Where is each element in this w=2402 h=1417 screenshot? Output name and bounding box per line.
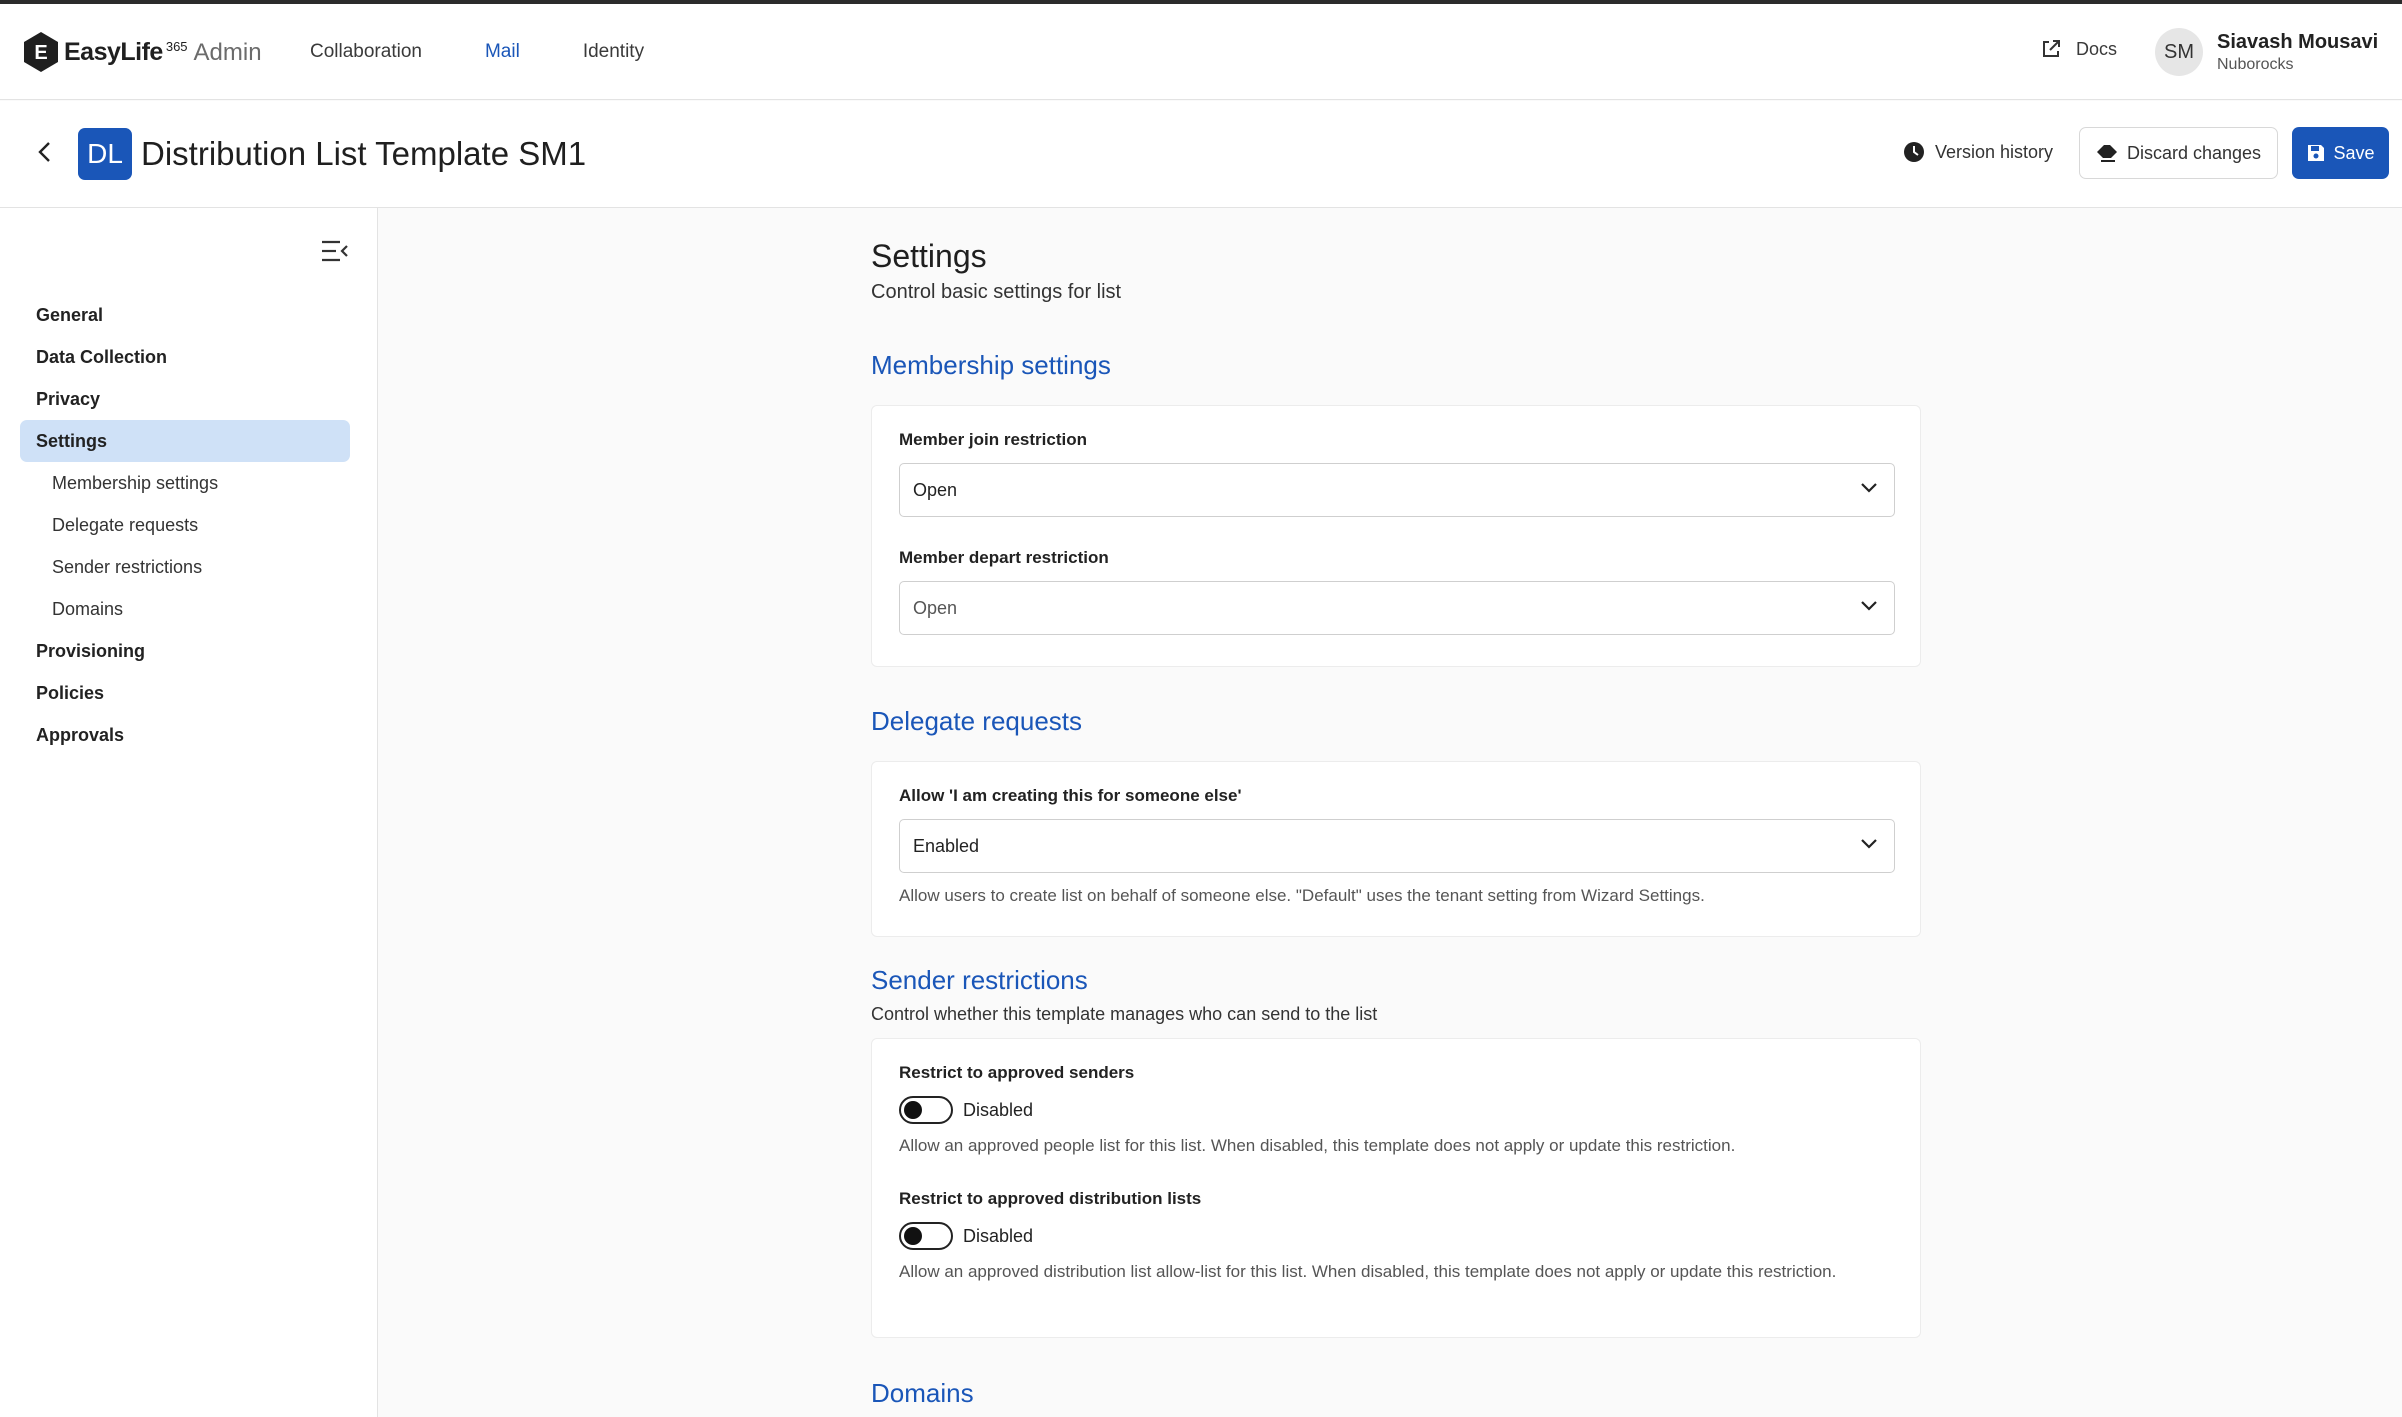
approved-lists-toggle[interactable] [899,1222,953,1250]
user-menu[interactable]: SM Siavash Mousavi Nuborocks [2155,28,2378,76]
list-type-badge: DL [78,128,132,180]
membership-settings-title: Membership settings [871,350,1111,380]
sidebar-item-settings[interactable]: Settings [20,420,350,462]
delegate-requests-card: Allow 'I am creating this for someone el… [871,761,1921,937]
delegate-requests-title: Delegate requests [871,706,1083,736]
section-subheading: Control basic settings for list [871,281,1122,303]
chevron-down-icon [1861,601,1877,611]
domains-title: Domains [871,1378,974,1408]
delegate-help-text: Allow users to create list on behalf of … [899,886,1705,905]
sidebar-item-policies[interactable]: Policies [20,672,350,714]
sidebar-item-approvals[interactable]: Approvals [20,714,350,756]
member-join-label: Member join restriction [899,430,1087,449]
floppy-disk-icon [2308,145,2325,161]
brand-name: EasyLife [64,37,163,66]
clock-icon [1904,142,1924,162]
save-label: Save [2333,142,2375,163]
svg-text:E: E [34,42,47,64]
member-join-select[interactable]: Open [899,463,1895,517]
sender-restrictions-title: Sender restrictions [871,965,1088,995]
page-title: Distribution List Template SM1 [141,135,587,172]
nav-link-collaboration[interactable]: Collaboration [310,41,422,63]
collapse-menu-icon [322,240,348,262]
version-history-button[interactable]: Version history [1903,141,2053,163]
approved-senders-label: Restrict to approved senders [899,1063,1135,1082]
chevron-down-icon [1861,839,1877,849]
chevron-down-icon [1861,483,1877,493]
delegate-allow-value: Enabled [913,835,980,856]
user-name: Siavash Mousavi [2217,30,2379,53]
delegate-allow-select[interactable]: Enabled [899,819,1895,873]
sidebar-item-provisioning[interactable]: Provisioning [20,630,350,672]
member-depart-value: Open [913,597,958,618]
chevron-left-icon [38,142,50,162]
discard-changes-button[interactable]: Discard changes [2079,127,2278,179]
docs-label: Docs [2076,38,2118,59]
sidebar-item-general[interactable]: General [20,294,350,336]
avatar: SM [2155,28,2203,76]
page-header: DL Distribution List Template SM1 Versio… [0,101,2402,208]
member-depart-select[interactable]: Open [899,581,1895,635]
docs-link[interactable]: Docs [2040,38,2117,60]
sender-restrictions-card: Restrict to approved senders Disabled Al… [871,1038,1921,1338]
approved-lists-toggle-row: Disabled [899,1222,1033,1250]
save-button[interactable]: Save [2292,127,2389,179]
external-link-icon [2043,40,2060,57]
nav-link-mail[interactable]: Mail [485,41,520,63]
approved-senders-toggle-row: Disabled [899,1096,1033,1124]
approved-senders-help: Allow an approved people list for this l… [899,1136,1736,1155]
discard-changes-label: Discard changes [2126,142,2262,163]
membership-settings-card: Member join restriction Open Member depa… [871,405,1921,667]
approved-lists-label: Restrict to approved distribution lists [899,1189,1202,1208]
approved-senders-state: Disabled [963,1099,1034,1120]
member-depart-label: Member depart restriction [899,548,1109,567]
eraser-icon [2096,145,2117,162]
sidebar: General Data Collection Privacy Settings… [0,208,378,1417]
top-navigation: E EasyLife 365 Admin Collaboration Mail … [0,4,2402,100]
toggle-knob [904,1101,922,1119]
sidebar-nav: General Data Collection Privacy Settings… [20,294,350,756]
delegate-allow-label: Allow 'I am creating this for someone el… [899,786,1242,805]
brand-superscript: 365 [165,38,188,54]
toggle-knob [904,1227,922,1245]
sidebar-item-data-collection[interactable]: Data Collection [20,336,350,378]
approved-lists-help: Allow an approved distribution list allo… [899,1262,1837,1281]
approved-senders-toggle[interactable] [899,1096,953,1124]
sidebar-subitem-delegate-requests[interactable]: Delegate requests [20,504,350,546]
app-logo[interactable]: E EasyLife 365 Admin [22,30,262,74]
sidebar-item-privacy[interactable]: Privacy [20,378,350,420]
brand-suffix: Admin [193,38,262,66]
version-history-label: Version history [1935,141,2054,162]
section-heading: Settings [871,238,987,274]
approved-lists-state: Disabled [963,1225,1034,1246]
sidebar-subitem-domains[interactable]: Domains [20,588,350,630]
back-button[interactable] [30,137,60,167]
sender-restrictions-description: Control whether this template manages wh… [871,1004,1378,1024]
collapse-sidebar-button[interactable] [320,238,350,264]
nav-link-identity[interactable]: Identity [583,41,644,63]
user-org: Nuborocks [2217,55,2294,73]
logo-hexagon-icon: E [24,32,58,72]
sidebar-subitem-membership-settings[interactable]: Membership settings [20,462,350,504]
top-nav-links: Collaboration Mail Identity [310,4,707,100]
sidebar-subitem-sender-restrictions[interactable]: Sender restrictions [20,546,350,588]
member-join-value: Open [913,479,958,500]
